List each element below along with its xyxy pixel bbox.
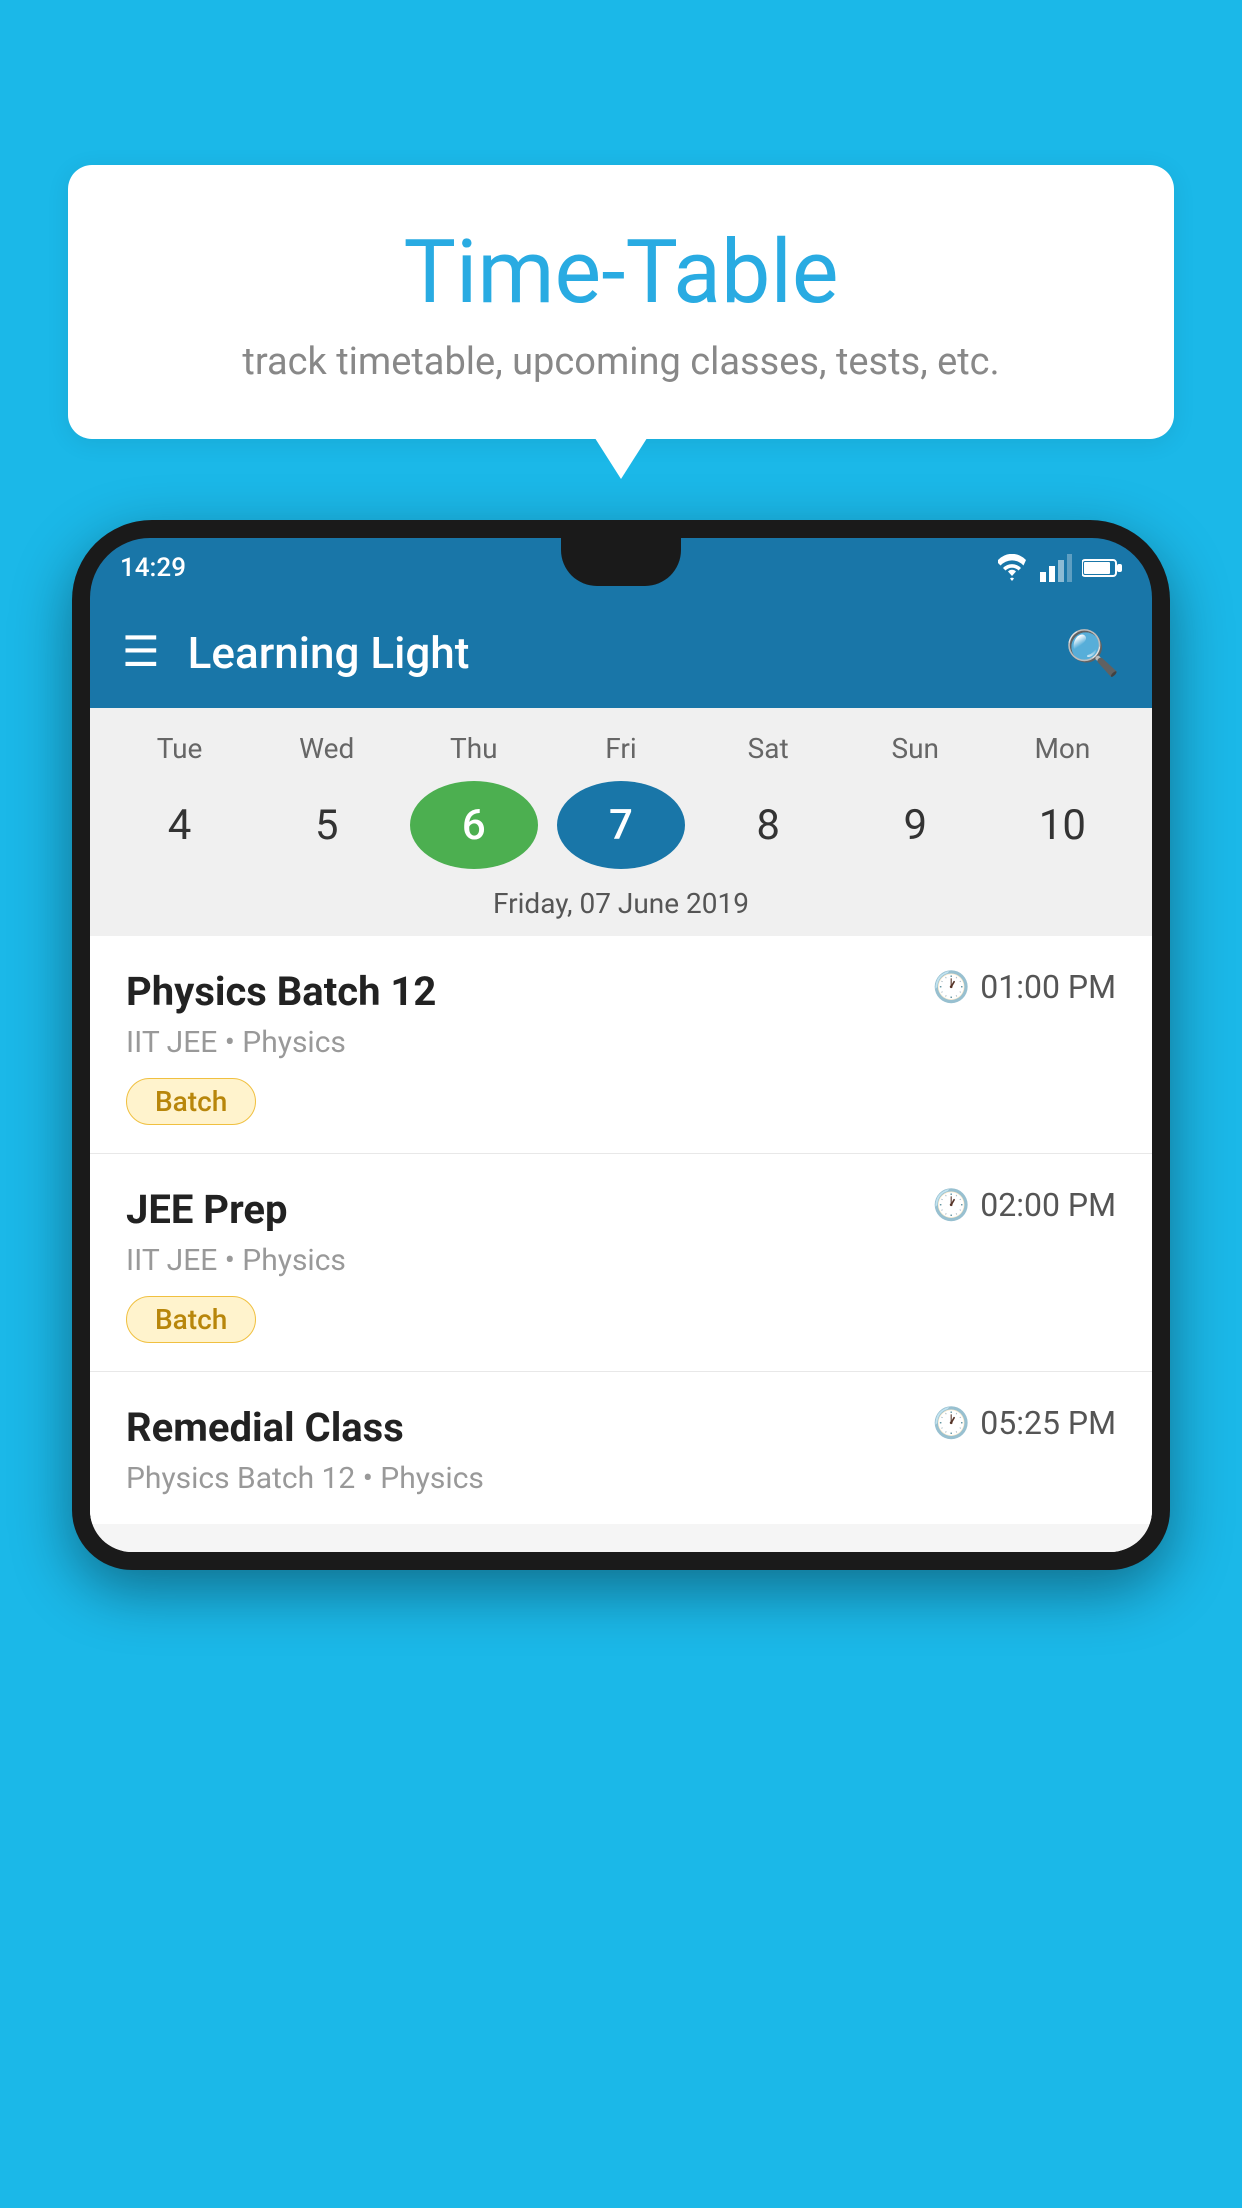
- class-meta-1: IIT JEE • Physics: [126, 1025, 1116, 1060]
- batch-badge-2[interactable]: Batch: [126, 1296, 256, 1343]
- day-names-row: Tue Wed Thu Fri Sat Sun Mon: [90, 724, 1152, 773]
- class-time-text-1: 01:00 PM: [980, 968, 1116, 1006]
- date-8[interactable]: 8: [704, 781, 832, 869]
- date-10[interactable]: 10: [998, 781, 1126, 869]
- class-time-1: 🕐 01:00 PM: [933, 968, 1116, 1006]
- batch-badge-1[interactable]: Batch: [126, 1078, 256, 1125]
- class-time-3: 🕐 05:25 PM: [933, 1404, 1116, 1442]
- signal-icon: [1040, 554, 1072, 582]
- tooltip-title: Time-Table: [118, 225, 1124, 322]
- tooltip-card: Time-Table track timetable, upcoming cla…: [68, 165, 1174, 439]
- class-item-1-top: Physics Batch 12 🕐 01:00 PM: [126, 968, 1116, 1015]
- day-name-tue[interactable]: Tue: [116, 732, 244, 765]
- class-name-2: JEE Prep: [126, 1186, 287, 1233]
- day-name-thu[interactable]: Thu: [410, 732, 538, 765]
- app-bar-title: Learning Light: [188, 627, 1066, 679]
- class-item-2[interactable]: JEE Prep 🕐 02:00 PM IIT JEE • Physics Ba…: [90, 1154, 1152, 1372]
- class-list: Physics Batch 12 🕐 01:00 PM IIT JEE • Ph…: [90, 936, 1152, 1524]
- class-meta-3: Physics Batch 12 • Physics: [126, 1461, 1116, 1496]
- status-bar: 14:29: [90, 538, 1152, 598]
- calendar-strip: Tue Wed Thu Fri Sat Sun Mon 4 5 6 7 8 9 …: [90, 708, 1152, 936]
- clock-icon-3: 🕐: [933, 1406, 970, 1441]
- app-bar: ☰ Learning Light 🔍: [90, 598, 1152, 708]
- class-name-3: Remedial Class: [126, 1404, 404, 1451]
- day-name-wed[interactable]: Wed: [263, 732, 391, 765]
- day-numbers-row: 4 5 6 7 8 9 10: [90, 773, 1152, 881]
- tooltip-subtitle: track timetable, upcoming classes, tests…: [118, 340, 1124, 384]
- class-name-1: Physics Batch 12: [126, 968, 436, 1015]
- clock-icon-2: 🕐: [933, 1188, 970, 1223]
- date-5[interactable]: 5: [263, 781, 391, 869]
- hamburger-icon[interactable]: ☰: [122, 632, 160, 674]
- class-item-2-top: JEE Prep 🕐 02:00 PM: [126, 1186, 1116, 1233]
- date-4[interactable]: 4: [116, 781, 244, 869]
- status-time: 14:29: [120, 553, 186, 583]
- class-time-text-3: 05:25 PM: [980, 1404, 1116, 1442]
- day-name-fri[interactable]: Fri: [557, 732, 685, 765]
- selected-date-label: Friday, 07 June 2019: [90, 881, 1152, 936]
- class-time-text-2: 02:00 PM: [980, 1186, 1116, 1224]
- class-item-1[interactable]: Physics Batch 12 🕐 01:00 PM IIT JEE • Ph…: [90, 936, 1152, 1154]
- search-icon[interactable]: 🔍: [1065, 627, 1120, 679]
- phone-mockup: 14:29: [72, 520, 1170, 2208]
- clock-icon-1: 🕐: [933, 970, 970, 1005]
- day-name-mon[interactable]: Mon: [998, 732, 1126, 765]
- day-name-sat[interactable]: Sat: [704, 732, 832, 765]
- date-9[interactable]: 9: [851, 781, 979, 869]
- date-6-today[interactable]: 6: [410, 781, 538, 869]
- phone-bottom-edge: [90, 1524, 1152, 1552]
- class-item-3[interactable]: Remedial Class 🕐 05:25 PM Physics Batch …: [90, 1372, 1152, 1524]
- class-meta-2: IIT JEE • Physics: [126, 1243, 1116, 1278]
- date-7-selected[interactable]: 7: [557, 781, 685, 869]
- phone-screen: ☰ Learning Light 🔍 Tue Wed Thu Fri Sat S…: [90, 598, 1152, 1552]
- class-time-2: 🕐 02:00 PM: [933, 1186, 1116, 1224]
- phone-outer: 14:29: [72, 520, 1170, 1570]
- status-icons: [994, 554, 1122, 582]
- battery-icon: [1082, 557, 1122, 579]
- class-item-3-top: Remedial Class 🕐 05:25 PM: [126, 1404, 1116, 1451]
- wifi-icon: [994, 554, 1030, 582]
- day-name-sun[interactable]: Sun: [851, 732, 979, 765]
